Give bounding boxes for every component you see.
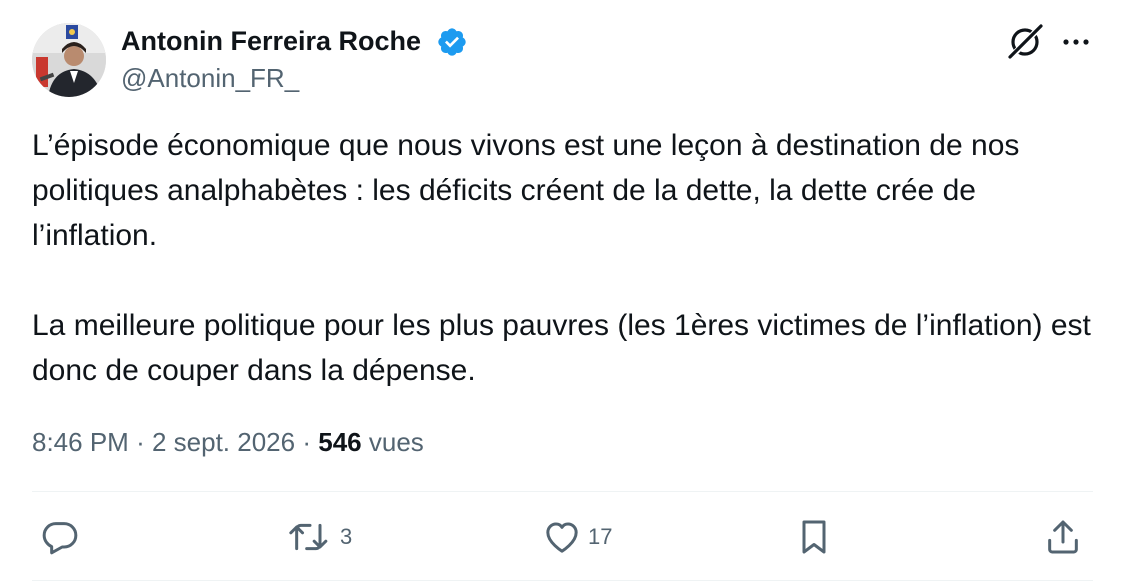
author-display-name[interactable]: Antonin Ferreira Roche xyxy=(121,24,421,58)
share-icon xyxy=(1048,520,1078,554)
tweet-text: L’épisode économique que nous vivons est… xyxy=(32,123,1102,393)
tweet-time[interactable]: 8:46 PM xyxy=(32,427,129,457)
tweet-metadata: 8:46 PM · 2 sept. 2026 · 546 vues xyxy=(32,424,424,460)
reply-button[interactable] xyxy=(40,515,80,559)
author-handle[interactable]: @Antonin_FR_ xyxy=(121,62,299,94)
like-count: 17 xyxy=(588,524,613,549)
bookmark-icon xyxy=(802,520,826,554)
like-button[interactable]: 17 xyxy=(542,515,612,559)
reply-icon xyxy=(42,522,78,555)
divider-top xyxy=(32,491,1093,492)
views-label[interactable]: vues xyxy=(369,427,424,457)
more-options-icon[interactable] xyxy=(1058,28,1094,56)
like-icon xyxy=(546,522,578,553)
retweet-icon xyxy=(289,523,328,551)
meta-separator-1: · xyxy=(136,427,145,457)
tweet-paragraph-2: La meilleure politique pour les plus pau… xyxy=(32,309,1091,387)
retweet-count: 3 xyxy=(340,524,353,549)
tweet-date[interactable]: 2 sept. 2026 xyxy=(152,427,295,457)
grok-icon[interactable] xyxy=(1005,22,1045,62)
meta-separator-2: · xyxy=(302,427,311,457)
avatar[interactable] xyxy=(32,23,106,97)
avatar-image xyxy=(32,23,106,97)
divider-bottom xyxy=(32,580,1093,581)
tweet-paragraph-1: L’épisode économique que nous vivons est… xyxy=(32,129,1020,252)
retweet-button[interactable]: 3 xyxy=(286,515,352,559)
share-button[interactable] xyxy=(1043,515,1083,559)
tweet-card: Antonin Ferreira Roche @Antonin_FR_ L’ép… xyxy=(0,0,1123,583)
views-count[interactable]: 546 xyxy=(318,427,361,457)
bookmark-button[interactable] xyxy=(796,515,832,559)
verified-badge-icon xyxy=(438,28,466,56)
